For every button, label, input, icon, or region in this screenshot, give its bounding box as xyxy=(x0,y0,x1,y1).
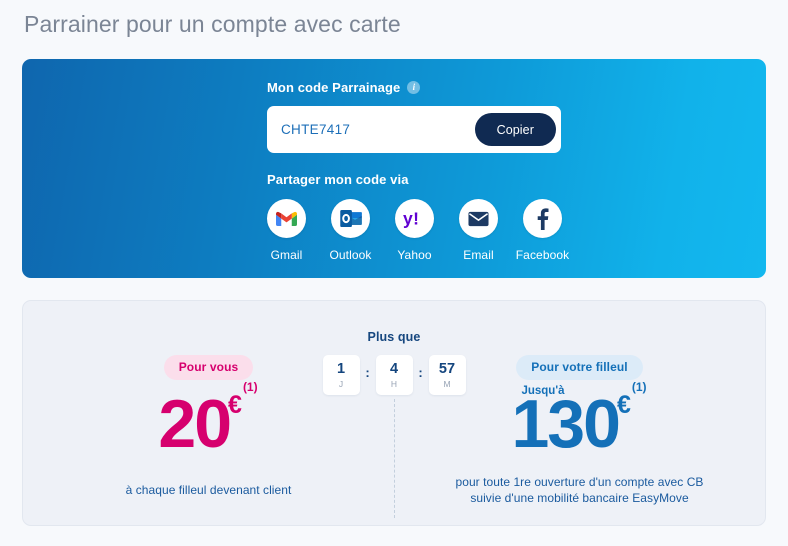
referrer-footnote-marker: (1) xyxy=(242,380,258,394)
share-option-label: Outlook xyxy=(329,248,372,262)
referee-amount: 130 xyxy=(511,386,620,462)
share-option-label: Facebook xyxy=(515,248,570,262)
share-option-email[interactable]: Email xyxy=(459,199,498,262)
share-section-label: Partager mon code via xyxy=(267,172,409,187)
svg-text:y: y xyxy=(403,209,413,228)
referee-badge: Pour votre filleul xyxy=(516,355,643,380)
referral-card-content: Mon code Parrainage i CHTE7417 Copier Pa… xyxy=(267,59,569,262)
referee-description: pour toute 1re ouverture d'un compte ave… xyxy=(455,475,704,506)
copy-code-button[interactable]: Copier xyxy=(474,113,556,146)
referrer-description: à chaque filleul devenant client xyxy=(125,483,292,497)
referral-code-card: Mon code Parrainage i CHTE7417 Copier Pa… xyxy=(22,59,766,278)
referral-code-label-row: Mon code Parrainage i xyxy=(267,80,567,95)
share-option-facebook[interactable]: Facebook xyxy=(516,199,569,262)
facebook-icon xyxy=(523,199,562,238)
referee-reward-section: Pour votre filleul Jusqu'à 130 € (1) pou… xyxy=(394,355,765,506)
svg-text:!: ! xyxy=(413,209,419,228)
referral-code-value: CHTE7417 xyxy=(281,122,351,137)
share-options-row: Gmail Outlook y ! Yahoo Email Facebook xyxy=(267,199,569,262)
info-icon[interactable]: i xyxy=(407,81,421,94)
offer-card: Plus que 1 J : 4 H : 57 M Pour vous 20 €… xyxy=(22,300,766,526)
share-option-label: Yahoo xyxy=(397,248,432,262)
outlook-icon xyxy=(331,199,370,238)
referral-code-field[interactable]: CHTE7417 Copier xyxy=(267,106,561,153)
share-option-outlook[interactable]: Outlook xyxy=(329,199,372,262)
share-option-label: Email xyxy=(463,248,494,262)
referrer-amount-block: 20 € (1) xyxy=(158,380,258,462)
referee-currency: € xyxy=(616,391,631,419)
referrer-badge: Pour vous xyxy=(163,355,254,380)
referrer-reward-section: Pour vous 20 € (1) à chaque filleul deve… xyxy=(23,355,394,498)
referrer-amount: 20 xyxy=(158,386,232,462)
referee-amount-prefix: Jusqu'à xyxy=(521,385,565,397)
referral-code-label: Mon code Parrainage xyxy=(267,80,401,95)
yahoo-icon: y ! xyxy=(395,199,434,238)
page-title: Parrainer pour un compte avec carte xyxy=(24,11,401,37)
countdown-label: Plus que xyxy=(367,330,421,344)
referee-amount-block: Jusqu'à 130 € (1) xyxy=(511,380,647,462)
share-option-label: Gmail xyxy=(270,248,303,262)
share-option-yahoo[interactable]: y ! Yahoo xyxy=(395,199,434,262)
email-icon xyxy=(459,199,498,238)
referrer-currency: € xyxy=(228,391,242,419)
gmail-icon xyxy=(267,199,306,238)
referee-footnote-marker: (1) xyxy=(631,380,647,394)
share-option-gmail[interactable]: Gmail xyxy=(267,199,306,262)
